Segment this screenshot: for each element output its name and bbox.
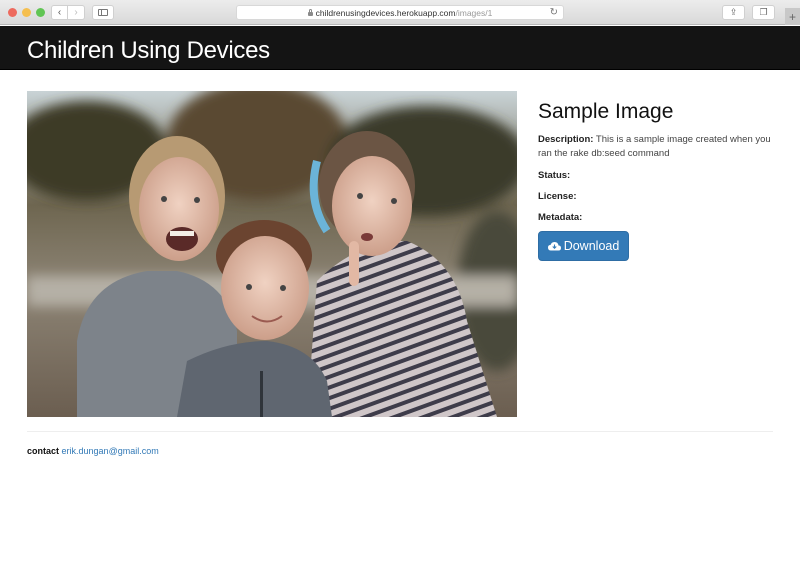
- status-field: Status:: [538, 169, 778, 182]
- zoom-window-button[interactable]: [36, 8, 45, 17]
- share-button[interactable]: ⇪: [722, 5, 745, 20]
- browser-toolbar: ‹ › childrenusingdevices.herokuapp.com/i…: [0, 0, 800, 25]
- metadata-label: Metadata:: [538, 212, 583, 223]
- cloud-download-icon: [547, 241, 561, 250]
- license-label: License:: [538, 191, 577, 202]
- lock-icon: [307, 8, 313, 16]
- image-title: Sample Image: [538, 100, 674, 123]
- download-button[interactable]: Download: [538, 231, 629, 261]
- reload-icon[interactable]: ↻: [550, 7, 558, 18]
- back-button[interactable]: ‹: [51, 5, 68, 20]
- photo-illustration: [27, 91, 517, 417]
- chevron-right-icon: ›: [74, 7, 78, 18]
- sidebar-toggle-button[interactable]: [92, 5, 114, 20]
- history-nav: ‹ ›: [51, 5, 86, 20]
- footer-divider: [27, 431, 773, 432]
- share-icon: ⇪: [729, 7, 738, 17]
- footer: contact erik.dungan@gmail.com: [27, 446, 159, 456]
- site-brand-link[interactable]: Children Using Devices: [27, 37, 270, 65]
- contact-email-link[interactable]: erik.dungan@gmail.com: [62, 446, 159, 456]
- sample-photo: [27, 91, 517, 417]
- minimize-window-button[interactable]: [22, 8, 31, 17]
- plus-icon: +: [788, 9, 796, 24]
- description-label: Description:: [538, 134, 594, 145]
- image-details: Sample Image Description: This is a samp…: [538, 100, 778, 261]
- chevron-left-icon: ‹: [57, 7, 62, 18]
- metadata-field: Metadata:: [538, 211, 778, 224]
- new-tab-button[interactable]: +: [785, 8, 800, 25]
- license-field: License:: [538, 190, 778, 203]
- close-window-button[interactable]: [8, 8, 17, 17]
- download-label: Download: [563, 239, 620, 253]
- description-field: Description: This is a sample image crea…: [538, 133, 778, 161]
- url-path: /images/1: [455, 7, 493, 18]
- sidebar-icon: [98, 9, 108, 16]
- address-bar[interactable]: childrenusingdevices.herokuapp.com/image…: [236, 5, 564, 20]
- forward-button[interactable]: ›: [68, 5, 85, 20]
- url-host: childrenusingdevices.herokuapp.com: [315, 7, 456, 18]
- contact-label: contact: [27, 446, 60, 456]
- tabs-icon: ❐: [759, 7, 768, 17]
- show-tabs-button[interactable]: ❐: [752, 5, 775, 20]
- site-navbar: Children Using Devices: [0, 26, 800, 70]
- status-label: Status:: [538, 170, 571, 181]
